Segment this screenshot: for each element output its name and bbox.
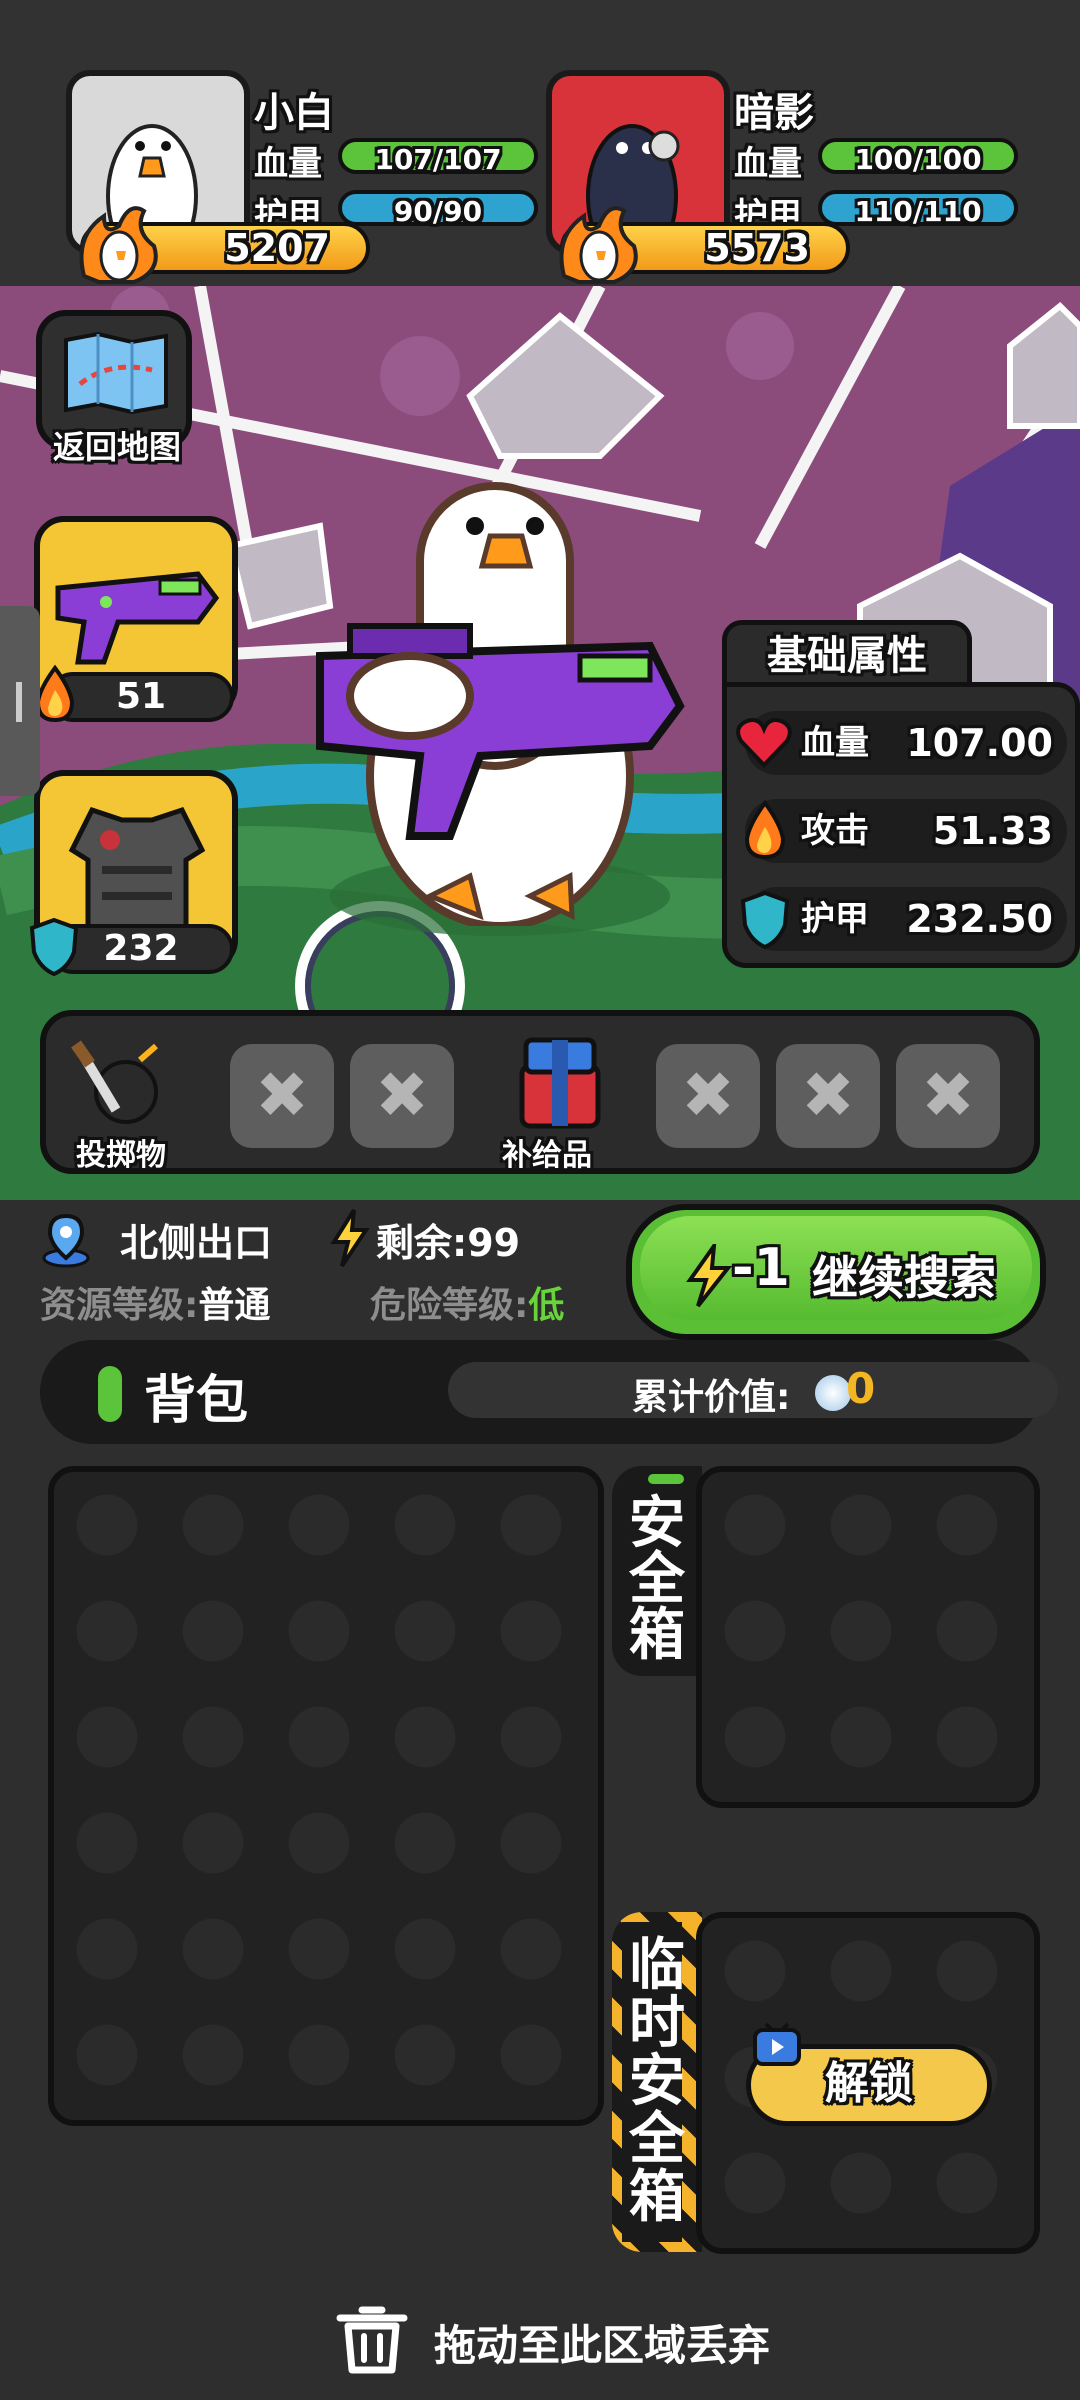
base-attributes-list: 血量 107.00 攻击 51.33 护甲 232.50 [722,682,1080,968]
safe-box-label-1: 安 [629,1491,685,1556]
x-icon: ✖ [255,1059,309,1133]
temp-box-label-3: 安 [629,2049,685,2114]
attr-name: 血量 [801,723,869,763]
supply-label: 补给品 [502,1138,592,1173]
throwable-slot[interactable] [60,1030,180,1140]
backpack-header: 背包 累计价值: 0 [40,1340,1058,1444]
hp-row: 血量 107/107 [254,136,554,184]
lightning-icon [330,1208,370,1268]
hp-label: 血量 [254,144,322,184]
fire-goose-icon [79,206,158,284]
total-value-label: 累计价值: [632,1377,791,1418]
empty-slot[interactable]: ✖ [776,1044,880,1148]
map-area[interactable]: 返回地图 51 232 基础属性 血量 107.00 攻击 51.33 护甲 2… [0,286,1080,1200]
attr-name: 护甲 [801,899,869,939]
safe-box-grid[interactable] [696,1466,1040,1808]
temp-box-label-2: 时 [629,1991,685,2056]
x-icon: ✖ [375,1059,429,1133]
player-card-1[interactable]: 小白 血量 107/107 护甲 90/90 5207 [66,70,546,284]
x-icon: ✖ [681,1059,735,1133]
empty-slot[interactable]: ✖ [230,1044,334,1148]
attr-row-hp: 血量 107.00 [736,711,1067,775]
danger-level: 危险等级:低 [370,1276,564,1328]
x-icon: ✖ [801,1059,855,1133]
combat-power-value: 5573 [704,226,810,270]
supply-slot[interactable] [500,1030,620,1140]
backpack-title: 背包 [144,1371,249,1431]
hp-row: 血量 100/100 [734,136,1034,184]
combat-power: 5207 [79,206,370,284]
attr-value: 232.50 [906,897,1053,941]
temp-safe-box-tab: 临 时 安 全 箱 [612,1912,702,2252]
player-header: 小白 血量 107/107 护甲 90/90 5207 暗影 血量 100/10… [0,0,1080,286]
shield-icon [29,917,79,976]
empty-slot[interactable]: ✖ [896,1044,1000,1148]
hp-value: 107/107 [338,138,538,176]
safe-box-label-3: 箱 [629,1603,685,1668]
supply-crate-icon [519,1037,601,1129]
empty-slot[interactable]: ✖ [656,1044,760,1148]
body-armor-icon [68,806,206,933]
base-attributes-title: 基础属性 [722,620,972,690]
player-name: 暗影 [734,90,814,136]
attr-row-armor: 护甲 232.50 [740,887,1067,951]
safe-box-tab: 安 全 箱 [612,1466,702,1676]
resource-level-label: 资源等级: [40,1285,199,1326]
location-pin-icon [42,1213,90,1268]
grenade-knife-icon [71,1040,158,1124]
danger-level-value: 低 [528,1285,565,1326]
safe-box-label-2: 全 [629,1547,685,1612]
energy-cost: -1 [732,1238,790,1298]
attr-value: 51.33 [932,809,1053,853]
combat-power: 5573 [559,206,850,284]
discard-label: 拖动至此区域丢弃 [434,2321,771,2370]
map-icon [64,331,168,415]
continue-search-label: 继续搜索 [812,1251,996,1305]
base-attributes-panel: 基础属性 血量 107.00 攻击 51.33 护甲 232.50 [722,620,1080,968]
return-map-label: 返回地图 [52,428,181,466]
flame-icon [744,799,786,860]
backpack-grid[interactable] [48,1466,604,2126]
continue-search-button[interactable]: -1 继续搜索 [626,1204,1046,1340]
trash-icon [336,2306,408,2374]
empty-slot[interactable]: ✖ [350,1044,454,1148]
attr-value: 107.00 [906,721,1053,765]
heart-icon [736,718,792,768]
combat-power-value: 5207 [224,226,330,270]
resource-level: 资源等级:普通 [40,1276,270,1328]
player-card-2[interactable]: 暗影 血量 100/100 护甲 110/110 5573 [546,70,1026,284]
total-value: 累计价值: 0 [448,1362,1058,1418]
player-name: 小白 [254,90,334,136]
lightning-icon [686,1244,733,1308]
weapon-attack-value: 51 [115,676,167,717]
x-icon: ✖ [921,1059,975,1133]
attr-name: 攻击 [801,811,869,851]
video-ad-icon [753,2022,801,2066]
danger-level-label: 危险等级: [370,1285,529,1326]
plasma-gun-icon [55,571,220,665]
throwable-label: 投掷物 [76,1138,166,1173]
discard-zone[interactable]: 拖动至此区域丢弃 [334,2304,814,2374]
temp-box-label-4: 全 [629,2107,685,2172]
side-drawer-handle[interactable] [0,606,40,796]
goose-character [316,482,685,926]
remaining-energy: 剩余:99 [376,1221,521,1265]
fire-goose-icon [559,206,638,284]
temp-box-label-1: 临 [629,1933,685,1998]
shield-icon [740,890,790,949]
resource-level-value: 普通 [198,1285,271,1326]
total-value-amount: 0 [846,1364,876,1413]
armor-value: 90/90 [338,190,538,228]
hp-value: 100/100 [818,138,1018,176]
quick-item-bar: 投掷物 ✖ ✖ 补给品 ✖ ✖ ✖ [40,1010,1040,1174]
armor-defense-value: 232 [103,928,179,969]
armor-value: 110/110 [818,190,1018,228]
temp-box-label-5: 箱 [629,2165,685,2230]
hp-label: 血量 [734,144,802,184]
attr-row-attack: 攻击 51.33 [744,799,1067,863]
location-name: 北侧出口 [120,1221,273,1265]
